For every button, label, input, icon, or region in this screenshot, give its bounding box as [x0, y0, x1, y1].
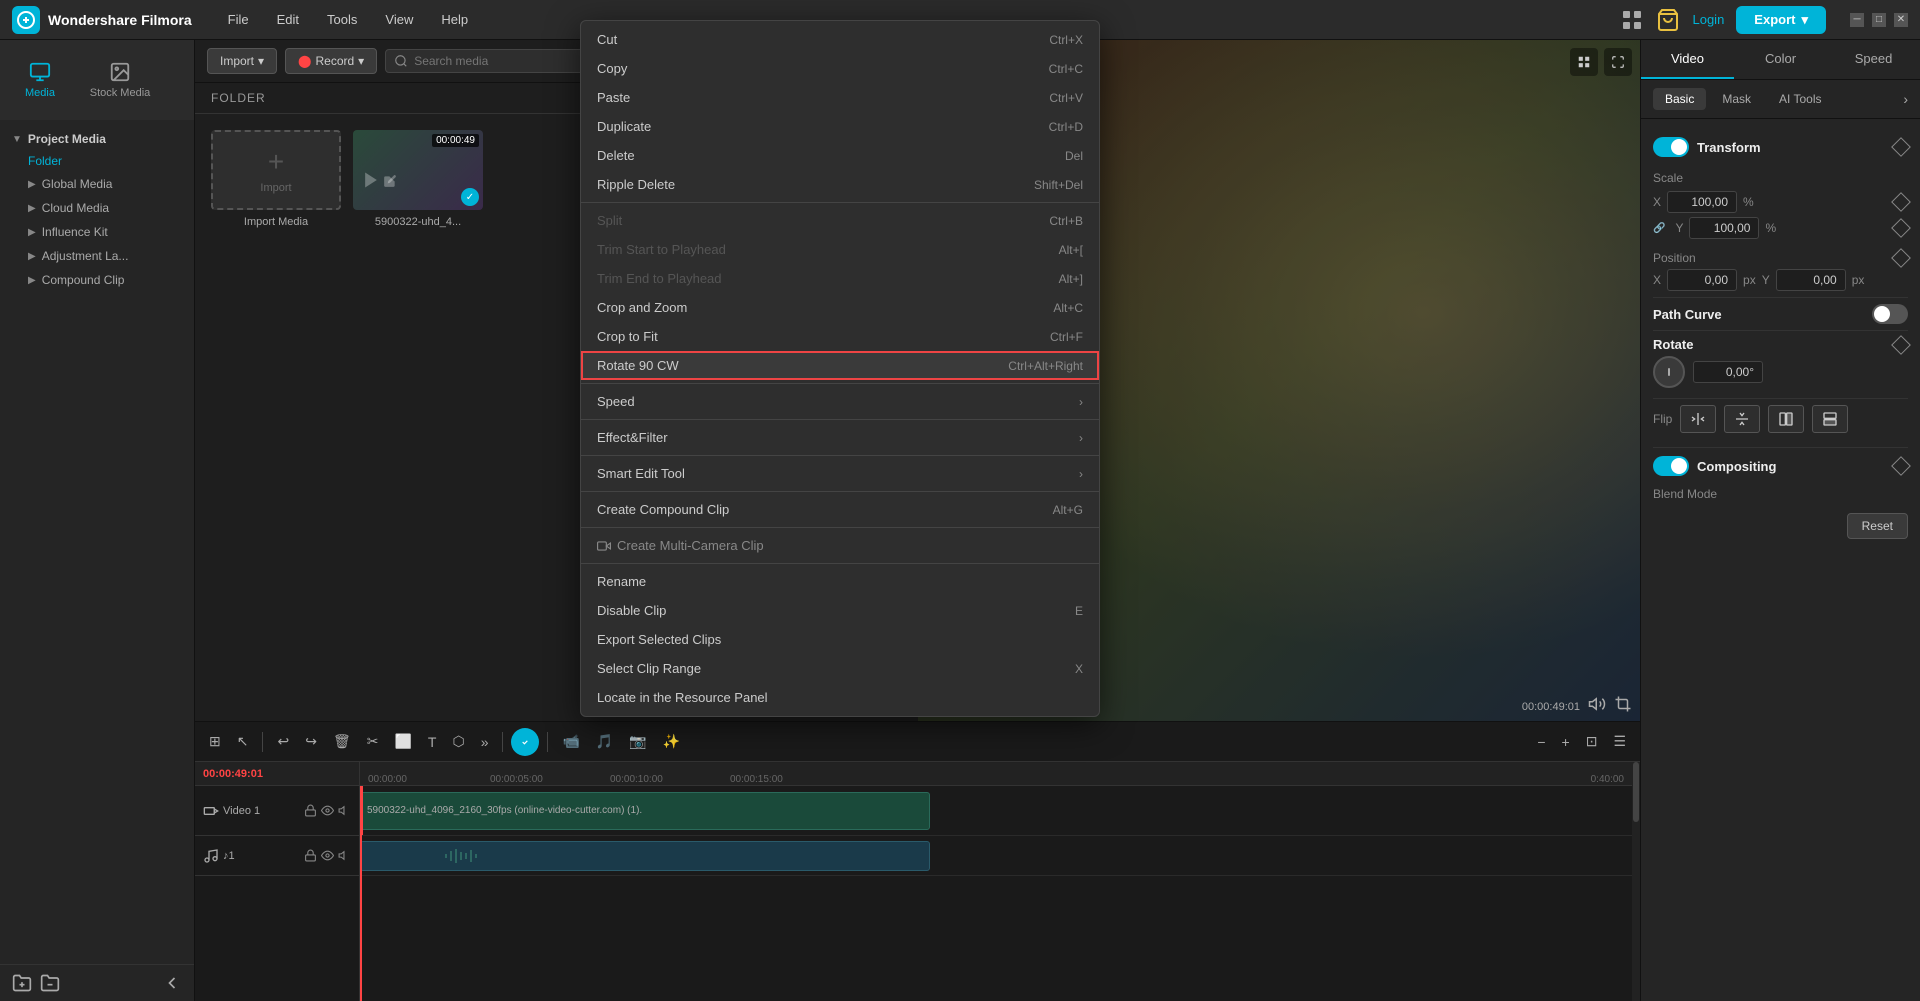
ctx-sep-7	[581, 563, 1099, 564]
ctx-effect-filter[interactable]: Effect&Filter ›	[581, 423, 1099, 452]
ctx-ripple-delete[interactable]: Ripple Delete Shift+Del	[581, 170, 1099, 199]
ctx-select-range[interactable]: Select Clip Range X	[581, 654, 1099, 683]
ctx-sep-1	[581, 202, 1099, 203]
ctx-paste[interactable]: Paste Ctrl+V	[581, 83, 1099, 112]
ctx-split: Split Ctrl+B	[581, 206, 1099, 235]
ctx-create-compound[interactable]: Create Compound Clip Alt+G	[581, 495, 1099, 524]
ctx-create-multicam[interactable]: Create Multi-Camera Clip	[581, 531, 1099, 560]
ctx-rename[interactable]: Rename	[581, 567, 1099, 596]
ctx-sep-2	[581, 383, 1099, 384]
ctx-crop-fit[interactable]: Crop to Fit Ctrl+F	[581, 322, 1099, 351]
context-menu: Cut Ctrl+X Copy Ctrl+C Paste Ctrl+V Dupl…	[580, 20, 1100, 717]
ctx-speed[interactable]: Speed ›	[581, 387, 1099, 416]
ctx-trim-end: Trim End to Playhead Alt+]	[581, 264, 1099, 293]
ctx-copy[interactable]: Copy Ctrl+C	[581, 54, 1099, 83]
ctx-sep-4	[581, 455, 1099, 456]
camera-icon	[597, 539, 611, 553]
ctx-delete[interactable]: Delete Del	[581, 141, 1099, 170]
ctx-sep-6	[581, 527, 1099, 528]
ctx-locate-resource[interactable]: Locate in the Resource Panel	[581, 683, 1099, 712]
ctx-export-clips[interactable]: Export Selected Clips	[581, 625, 1099, 654]
ctx-cut[interactable]: Cut Ctrl+X	[581, 25, 1099, 54]
ctx-disable-clip[interactable]: Disable Clip E	[581, 596, 1099, 625]
ctx-smart-edit[interactable]: Smart Edit Tool ›	[581, 459, 1099, 488]
ctx-trim-start: Trim Start to Playhead Alt+[	[581, 235, 1099, 264]
ctx-rotate-90cw[interactable]: Rotate 90 CW Ctrl+Alt+Right	[581, 351, 1099, 380]
ctx-sep-5	[581, 491, 1099, 492]
ctx-crop-zoom[interactable]: Crop and Zoom Alt+C	[581, 293, 1099, 322]
ctx-sep-3	[581, 419, 1099, 420]
ctx-duplicate[interactable]: Duplicate Ctrl+D	[581, 112, 1099, 141]
